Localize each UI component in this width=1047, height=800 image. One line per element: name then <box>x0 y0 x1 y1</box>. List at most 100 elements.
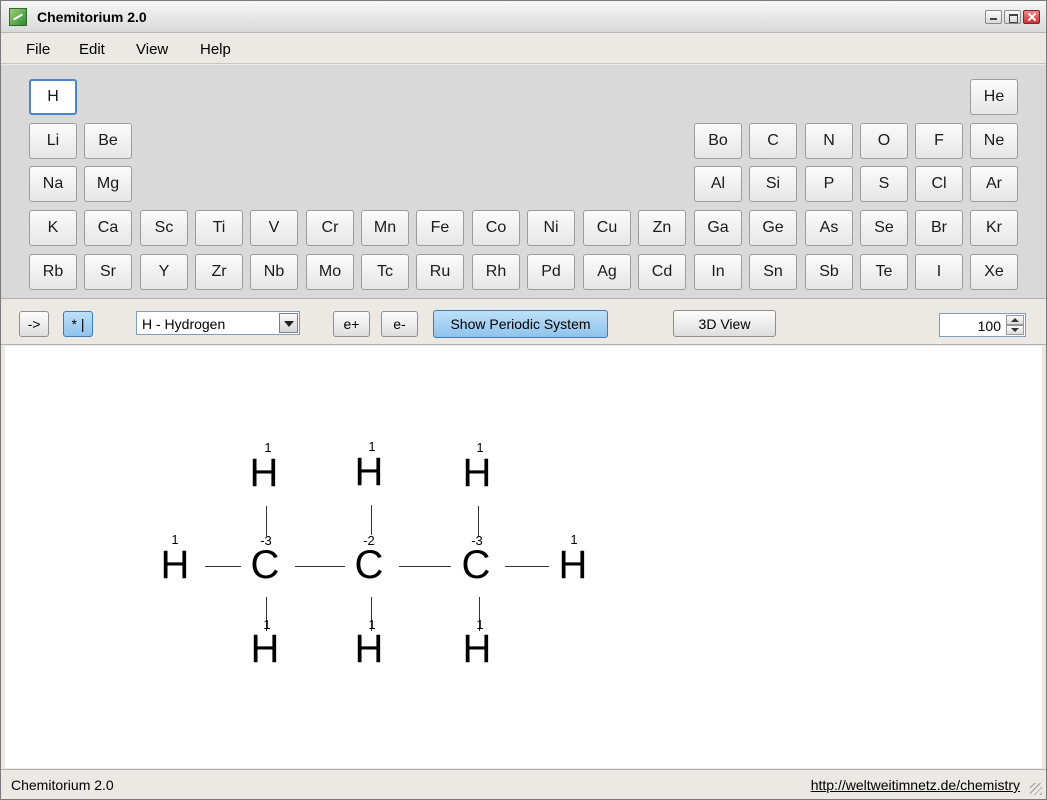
element-select-value: H - Hydrogen <box>142 316 226 332</box>
show-periodic-system-button[interactable]: Show Periodic System <box>433 310 608 338</box>
atom-carbon-1[interactable]: C <box>245 545 285 585</box>
element-button-p[interactable]: P <box>805 166 853 202</box>
element-button-ru[interactable]: Ru <box>416 254 464 290</box>
menu-edit[interactable]: Edit <box>79 41 105 58</box>
element-button-te[interactable]: Te <box>860 254 908 290</box>
element-button-cl[interactable]: Cl <box>915 166 963 202</box>
arrow-button[interactable]: -> <box>19 311 49 337</box>
element-button-ni[interactable]: Ni <box>527 210 575 246</box>
menu-view[interactable]: View <box>136 41 168 58</box>
element-button-mn[interactable]: Mn <box>361 210 409 246</box>
window-title: Chemitorium 2.0 <box>37 9 147 25</box>
atom-hydrogen-top-3[interactable]: H <box>457 453 497 493</box>
element-button-al[interactable]: Al <box>694 166 742 202</box>
element-button-f[interactable]: F <box>915 123 963 159</box>
element-button-i[interactable]: I <box>915 254 963 290</box>
atom-carbon-2[interactable]: C <box>349 545 389 585</box>
element-button-be[interactable]: Be <box>84 123 132 159</box>
atom-hydrogen-right[interactable]: H <box>553 545 593 585</box>
element-button-mg[interactable]: Mg <box>84 166 132 202</box>
element-button-rh[interactable]: Rh <box>472 254 520 290</box>
title-bar[interactable]: Chemitorium 2.0 <box>1 1 1046 33</box>
element-button-kr[interactable]: Kr <box>970 210 1018 246</box>
bond <box>505 566 549 567</box>
atom-hydrogen-top-2[interactable]: H <box>349 452 389 492</box>
element-button-nb[interactable]: Nb <box>250 254 298 290</box>
remove-electron-button[interactable]: e- <box>381 311 418 337</box>
element-button-mo[interactable]: Mo <box>306 254 354 290</box>
3d-view-button[interactable]: 3D View <box>673 310 776 337</box>
element-button-sb[interactable]: Sb <box>805 254 853 290</box>
close-button[interactable] <box>1023 10 1040 24</box>
element-button-si[interactable]: Si <box>749 166 797 202</box>
atom-carbon-3[interactable]: C <box>456 545 496 585</box>
cursor-mode-button[interactable]: * | <box>63 311 93 337</box>
element-button-rb[interactable]: Rb <box>29 254 77 290</box>
periodic-table-panel: H He Li Be Bo C N O F Ne Na Mg Al Si P S… <box>1 65 1046 299</box>
element-button-zr[interactable]: Zr <box>195 254 243 290</box>
atom-hydrogen-bottom-3[interactable]: H <box>457 629 497 669</box>
menu-help[interactable]: Help <box>200 41 231 58</box>
element-button-k[interactable]: K <box>29 210 77 246</box>
element-button-br[interactable]: Br <box>915 210 963 246</box>
main-window: Chemitorium 2.0 File Edit View Help H He… <box>0 0 1047 800</box>
element-button-c[interactable]: C <box>749 123 797 159</box>
element-button-li[interactable]: Li <box>29 123 77 159</box>
element-button-s[interactable]: S <box>860 166 908 202</box>
element-button-o[interactable]: O <box>860 123 908 159</box>
element-button-tc[interactable]: Tc <box>361 254 409 290</box>
element-button-h[interactable]: H <box>29 79 77 115</box>
element-button-ge[interactable]: Ge <box>749 210 797 246</box>
element-select[interactable]: H - Hydrogen <box>136 311 300 335</box>
zoom-value: 100 <box>977 318 1001 334</box>
menu-file[interactable]: File <box>26 41 50 58</box>
element-button-pd[interactable]: Pd <box>527 254 575 290</box>
maximize-button[interactable] <box>1004 10 1021 24</box>
element-button-sc[interactable]: Sc <box>140 210 188 246</box>
element-button-n[interactable]: N <box>805 123 853 159</box>
bond <box>205 566 241 567</box>
molecule-canvas[interactable]: 1 H 1 H 1 H 1 -3 -2 -3 1 H C C C H 1 1 1 <box>5 346 1042 768</box>
element-button-cu[interactable]: Cu <box>583 210 631 246</box>
element-button-he[interactable]: He <box>970 79 1018 115</box>
element-button-ag[interactable]: Ag <box>583 254 631 290</box>
chevron-down-icon[interactable] <box>1006 325 1024 335</box>
chevron-down-icon[interactable] <box>279 313 298 333</box>
element-button-se[interactable]: Se <box>860 210 908 246</box>
atom-hydrogen-bottom-1[interactable]: H <box>245 629 285 669</box>
element-button-ca[interactable]: Ca <box>84 210 132 246</box>
zoom-stepper[interactable]: 100 <box>939 313 1026 337</box>
website-link[interactable]: http://weltweitimnetz.de/chemistry <box>811 777 1020 793</box>
minimize-button[interactable] <box>985 10 1002 24</box>
app-icon <box>9 8 27 26</box>
element-button-cr[interactable]: Cr <box>306 210 354 246</box>
element-button-sn[interactable]: Sn <box>749 254 797 290</box>
element-button-fe[interactable]: Fe <box>416 210 464 246</box>
status-text: Chemitorium 2.0 <box>11 777 114 793</box>
bond <box>266 506 267 536</box>
element-button-in[interactable]: In <box>694 254 742 290</box>
element-button-ga[interactable]: Ga <box>694 210 742 246</box>
element-button-v[interactable]: V <box>250 210 298 246</box>
element-button-sr[interactable]: Sr <box>84 254 132 290</box>
element-button-zn[interactable]: Zn <box>638 210 686 246</box>
element-button-as[interactable]: As <box>805 210 853 246</box>
element-button-ti[interactable]: Ti <box>195 210 243 246</box>
element-button-co[interactable]: Co <box>472 210 520 246</box>
add-electron-button[interactable]: e+ <box>333 311 370 337</box>
bond <box>399 566 451 567</box>
element-button-cd[interactable]: Cd <box>638 254 686 290</box>
element-button-xe[interactable]: Xe <box>970 254 1018 290</box>
atom-hydrogen-bottom-2[interactable]: H <box>349 629 389 669</box>
atom-hydrogen-left[interactable]: H <box>155 545 195 585</box>
element-button-ne[interactable]: Ne <box>970 123 1018 159</box>
atom-hydrogen-top-1[interactable]: H <box>244 453 284 493</box>
chevron-up-icon[interactable] <box>1006 315 1024 325</box>
element-button-ar[interactable]: Ar <box>970 166 1018 202</box>
element-button-bo[interactable]: Bo <box>694 123 742 159</box>
element-button-na[interactable]: Na <box>29 166 77 202</box>
window-controls <box>985 10 1040 24</box>
bond <box>371 505 372 535</box>
element-button-y[interactable]: Y <box>140 254 188 290</box>
resize-grip-icon[interactable] <box>1030 783 1042 795</box>
